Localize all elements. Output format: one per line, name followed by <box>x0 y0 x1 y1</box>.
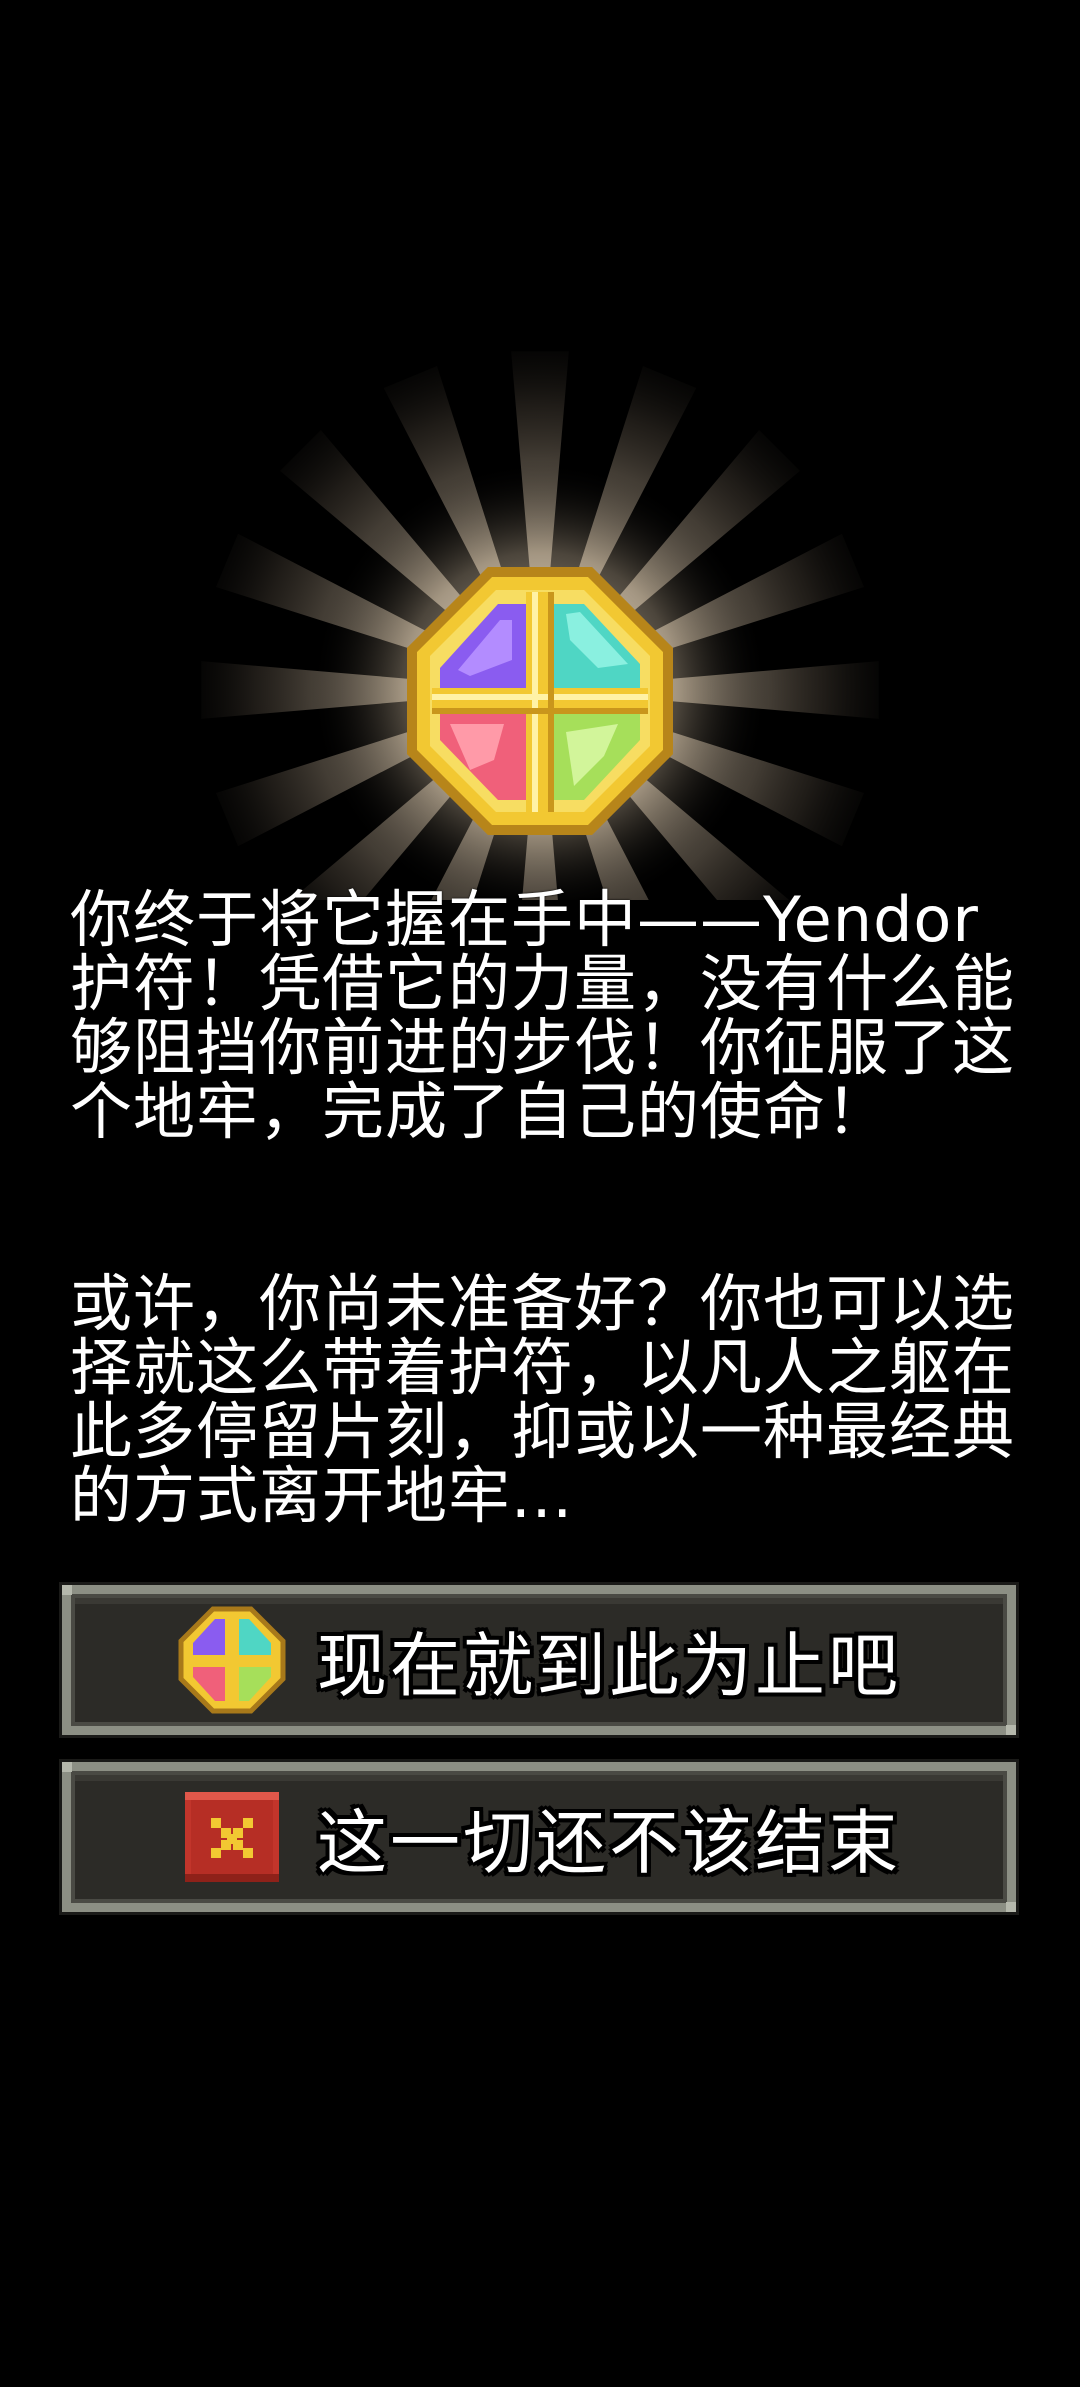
yendor-amulet-icon <box>407 567 673 835</box>
end-game-button[interactable]: 现在就到此为止吧 <box>62 1585 1016 1735</box>
close-icon <box>185 1792 279 1882</box>
continue-game-button[interactable]: 这一切还不该结束 <box>62 1762 1016 1912</box>
story-paragraph-1: 你终于将它握在手中——Yendor护符！凭借它的力量，没有什么能够阻挡你前进的步… <box>70 883 1016 1148</box>
amulet-icon <box>178 1606 286 1714</box>
end-game-label: 现在就到此为止吧 <box>317 1624 901 1707</box>
amulet-display <box>0 0 1080 900</box>
continue-game-label: 这一切还不该结束 <box>317 1801 901 1884</box>
story-paragraph-2: 或许，你尚未准备好？你也可以选择就这么带着护符，以凡人之躯在此多停留片刻，抑或以… <box>70 1267 1016 1532</box>
